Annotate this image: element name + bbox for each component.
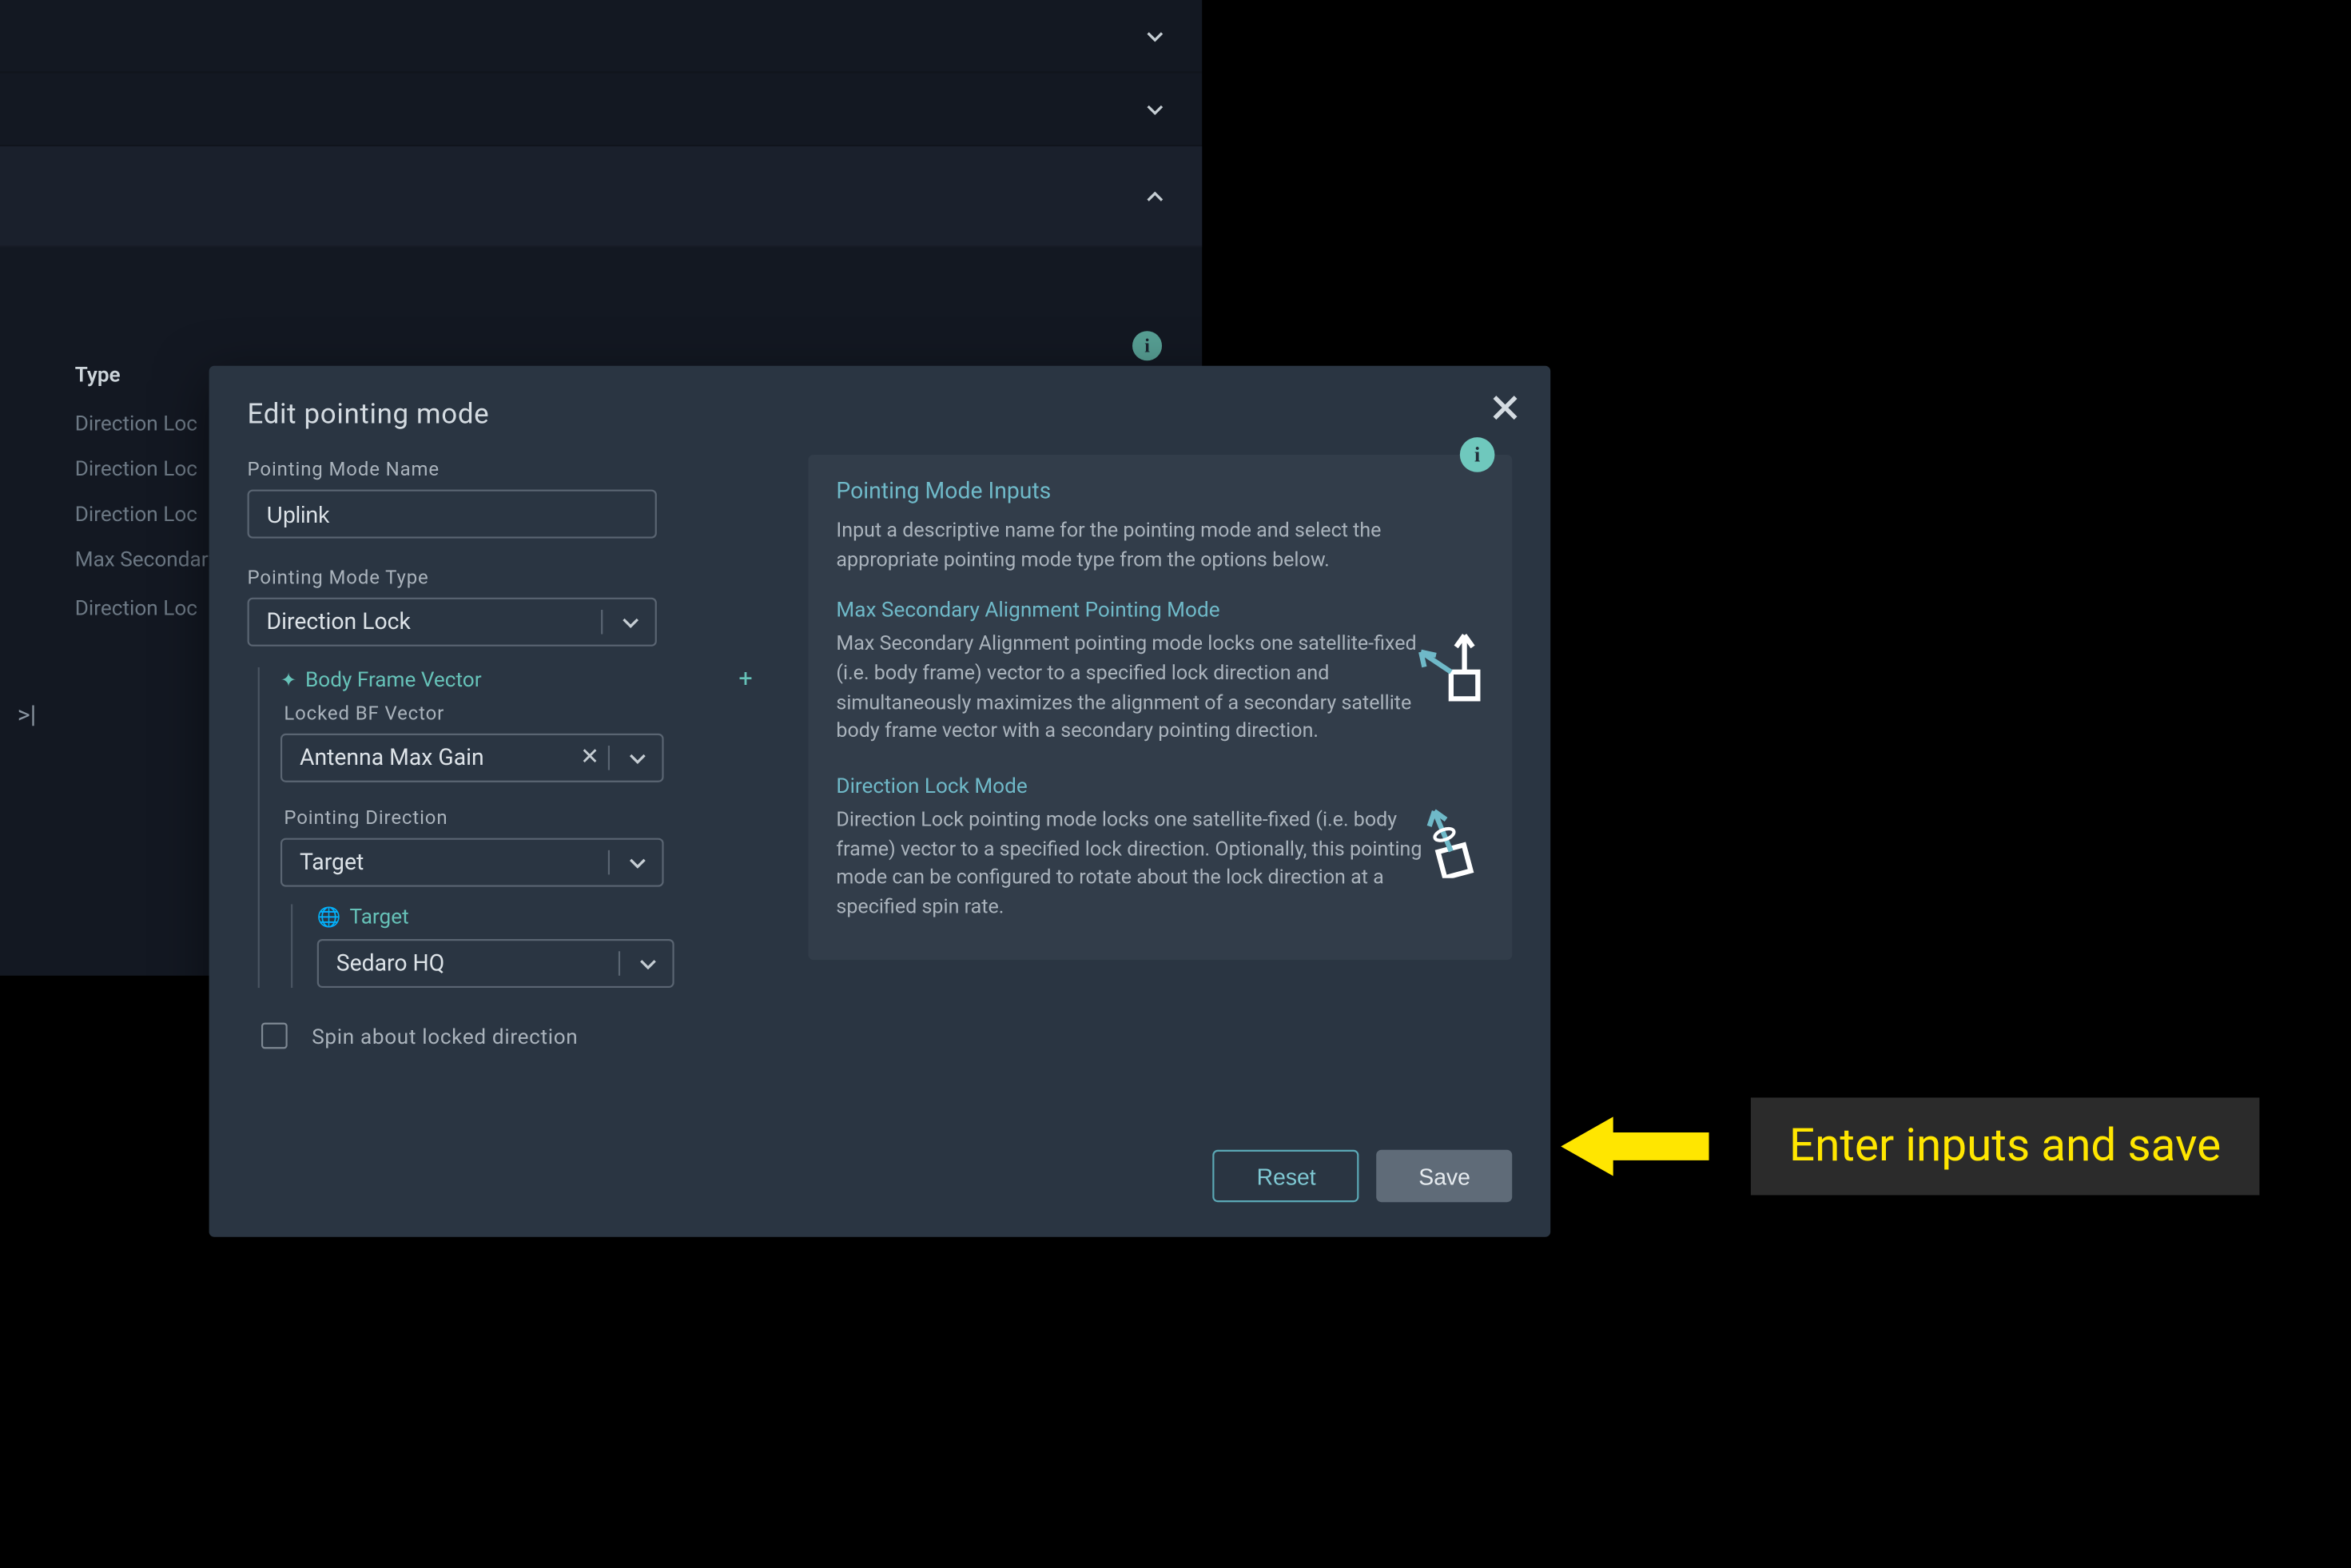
spin-checkbox-label: Spin about locked direction xyxy=(312,1024,578,1049)
reset-button[interactable]: Reset xyxy=(1213,1150,1359,1202)
type-value: Direction Lock xyxy=(267,609,411,635)
cube-icon: ✦ xyxy=(280,668,296,690)
annotation-text: Enter inputs and save xyxy=(1751,1097,2259,1195)
arrow-left-icon xyxy=(1561,1113,1709,1180)
bg-accordion-row[interactable] xyxy=(0,0,1202,74)
clear-icon[interactable]: ✕ xyxy=(580,745,599,771)
max-secondary-alignment-icon xyxy=(1407,619,1491,703)
locked-bf-value: Antenna Max Gain xyxy=(300,745,484,771)
name-label: Pointing Mode Name xyxy=(248,458,770,480)
chevron-down-icon xyxy=(639,950,657,977)
chevron-down-icon xyxy=(622,609,639,635)
target-group-label: 🌐 Target xyxy=(317,904,770,929)
pointing-mode-name-input[interactable] xyxy=(248,490,657,539)
info-icon[interactable]: i xyxy=(1132,331,1162,360)
modal-title: Edit pointing mode xyxy=(248,397,1513,430)
help-subheading: Direction Lock Mode xyxy=(836,774,1484,798)
help-text: Max Secondary Alignment pointing mode lo… xyxy=(836,630,1437,746)
chevron-down-icon xyxy=(629,850,646,876)
target-select[interactable]: Sedaro HQ xyxy=(317,939,674,988)
bg-accordion-row[interactable] xyxy=(0,74,1202,147)
direction-lock-icon xyxy=(1407,794,1491,878)
annotation-callout: Enter inputs and save xyxy=(1673,1097,2259,1195)
help-panel: i Pointing Mode Inputs Input a descripti… xyxy=(809,455,1513,960)
locked-bf-vector-select[interactable]: Antenna Max Gain ✕ xyxy=(280,734,664,782)
bg-accordion-row-expanded[interactable] xyxy=(0,146,1202,247)
globe-icon: 🌐 xyxy=(317,905,341,928)
pointing-direction-label: Pointing Direction xyxy=(284,806,770,829)
pagination-last-icon[interactable]: >| xyxy=(0,688,54,744)
help-subheading: Max Secondary Alignment Pointing Mode xyxy=(836,598,1484,623)
pointing-mode-type-select[interactable]: Direction Lock xyxy=(248,598,657,647)
pointing-direction-value: Target xyxy=(300,850,364,876)
close-icon[interactable] xyxy=(1491,394,1519,422)
help-heading: Pointing Mode Inputs xyxy=(836,480,1484,506)
locked-bf-label: Locked BF Vector xyxy=(284,702,770,725)
body-frame-vector-group-label: ✦ Body Frame Vector xyxy=(280,667,482,692)
help-text: Direction Lock pointing mode locks one s… xyxy=(836,805,1437,921)
help-text: Input a descriptive name for the pointin… xyxy=(836,515,1484,574)
type-label: Pointing Mode Type xyxy=(248,567,770,589)
target-value: Sedaro HQ xyxy=(336,950,445,977)
add-body-frame-vector-button[interactable]: + xyxy=(738,667,752,692)
info-icon[interactable]: i xyxy=(1460,437,1495,472)
chevron-down-icon xyxy=(629,745,646,771)
pointing-direction-select[interactable]: Target xyxy=(280,838,664,887)
save-button[interactable]: Save xyxy=(1377,1150,1512,1202)
spin-checkbox[interactable] xyxy=(261,1023,288,1049)
edit-pointing-mode-modal: Edit pointing mode Pointing Mode Name Po… xyxy=(209,366,1551,1237)
